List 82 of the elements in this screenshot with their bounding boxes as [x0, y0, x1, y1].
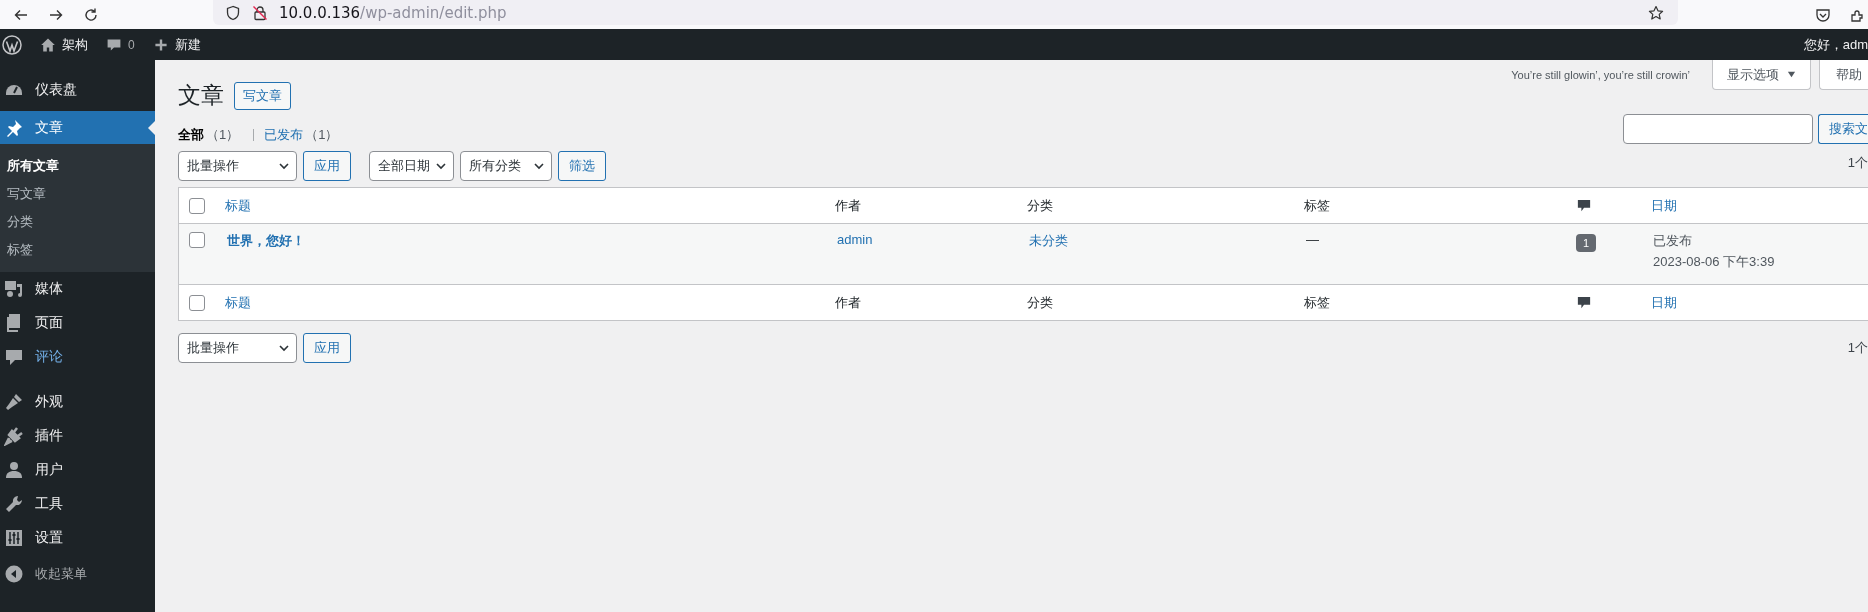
new-content-link[interactable]: 新建 — [174, 35, 201, 54]
apply-button[interactable]: 应用 — [303, 151, 351, 181]
column-header: 标签 — [1304, 196, 1330, 215]
sortable-column-header[interactable]: 标题 — [225, 196, 251, 215]
apply-button[interactable]: 应用 — [303, 333, 351, 363]
post-title-link[interactable]: 世界，您好！ — [227, 232, 305, 250]
dolly-lyric: You’re still glowin’, you’re still crowin’ — [1511, 69, 1690, 81]
url-text: 10.0.0.136/wp-admin/edit.php — [279, 3, 507, 22]
menu-item[interactable]: 评论 — [0, 340, 155, 374]
menu-item[interactable]: 文章 — [0, 111, 155, 144]
add-new-button[interactable]: 写文章 — [234, 81, 291, 110]
menu-item[interactable]: 工具 — [0, 487, 155, 521]
sortable-column-header[interactable]: 日期 — [1651, 293, 1677, 312]
search-button[interactable]: 搜索文 — [1818, 114, 1868, 144]
triangle-down-icon — [1787, 70, 1796, 79]
column-header: 作者 — [835, 196, 861, 215]
comment-count-bubble[interactable]: 1 — [1576, 234, 1596, 252]
media-icon — [4, 279, 24, 299]
sliders-icon — [4, 528, 24, 548]
date-select[interactable]: 全部日期 — [369, 151, 454, 181]
shield-icon — [225, 4, 241, 21]
item-count: 1个 — [1847, 154, 1868, 172]
column-header: 作者 — [835, 293, 861, 312]
column-header: 标签 — [1304, 293, 1330, 312]
chevron-down-icon — [278, 160, 290, 172]
menu-item[interactable]: 用户 — [0, 453, 155, 487]
select-all-checkbox[interactable] — [189, 197, 205, 214]
bulk-action-select[interactable]: 批量操作 — [178, 333, 297, 363]
screen-options-button[interactable]: 显示选项 — [1712, 60, 1811, 90]
comment-icon — [1577, 295, 1591, 310]
category-select[interactable]: 所有分类 — [460, 151, 552, 181]
author-link[interactable]: admin — [837, 232, 873, 247]
comment-count[interactable]: 0 — [128, 37, 135, 52]
reload-icon[interactable] — [83, 6, 99, 23]
help-button[interactable]: 帮助 — [1819, 60, 1868, 90]
plus-icon[interactable] — [152, 36, 169, 53]
menu-item[interactable]: 页面 — [0, 306, 155, 340]
chevron-down-icon — [435, 160, 447, 172]
wordpress-logo-icon[interactable] — [2, 34, 22, 55]
comment-icon — [4, 347, 24, 367]
table-cell: — — [1306, 232, 1319, 247]
chevron-down-icon — [533, 160, 545, 172]
menu-item[interactable]: 外观 — [0, 385, 155, 419]
home-icon[interactable] — [40, 36, 56, 53]
row-checkbox[interactable] — [189, 232, 205, 248]
menu-item[interactable]: 插件 — [0, 419, 155, 453]
user-icon — [4, 460, 24, 480]
comment-icon[interactable] — [106, 36, 122, 53]
category-link[interactable]: 未分类 — [1029, 232, 1068, 250]
comment-icon — [1577, 198, 1591, 213]
insecure-lock-icon — [252, 4, 268, 21]
filter-button[interactable]: 筛选 — [558, 151, 606, 181]
item-count: 1个 — [1847, 339, 1868, 357]
post-date: 2023-08-06 下午3:39 — [1653, 253, 1776, 271]
submenu-item[interactable]: 标签 — [0, 236, 155, 264]
menu-item[interactable]: 媒体 — [0, 272, 155, 306]
pocket-icon[interactable] — [1815, 6, 1831, 23]
address-bar[interactable]: 10.0.0.136/wp-admin/edit.php — [213, 0, 1678, 25]
bookmark-star-icon[interactable] — [1648, 4, 1664, 21]
post-status: 已发布 — [1653, 232, 1693, 250]
submenu-item[interactable]: 分类 — [0, 208, 155, 236]
plug-icon — [4, 426, 24, 446]
bulk-action-select[interactable]: 批量操作 — [178, 151, 297, 181]
wrench-icon — [4, 494, 24, 514]
account-greeting[interactable]: 您好，adm — [1803, 35, 1868, 54]
submenu-item[interactable]: 写文章 — [0, 180, 155, 208]
menu-item[interactable]: 仪表盘 — [0, 73, 155, 107]
view-filter-link[interactable]: 已发布（1） — [264, 126, 339, 144]
column-header: 分类 — [1027, 293, 1053, 312]
brush-icon — [4, 392, 24, 412]
site-name-link[interactable]: 架构 — [62, 35, 88, 54]
search-field[interactable] — [1623, 114, 1813, 144]
sortable-column-header[interactable]: 标题 — [225, 293, 251, 312]
column-header: 分类 — [1027, 196, 1053, 215]
submenu-item[interactable]: 所有文章 — [0, 152, 155, 180]
sortable-column-header[interactable]: 日期 — [1651, 196, 1677, 215]
menu-item[interactable]: 设置 — [0, 521, 155, 555]
collapse-menu-button[interactable]: 收起菜单 — [0, 557, 155, 591]
view-filter-link[interactable]: 全部（1） — [178, 126, 240, 144]
chevron-down-icon — [278, 342, 290, 354]
page-title: 文章 — [178, 81, 224, 110]
select-all-checkbox[interactable] — [189, 294, 205, 311]
